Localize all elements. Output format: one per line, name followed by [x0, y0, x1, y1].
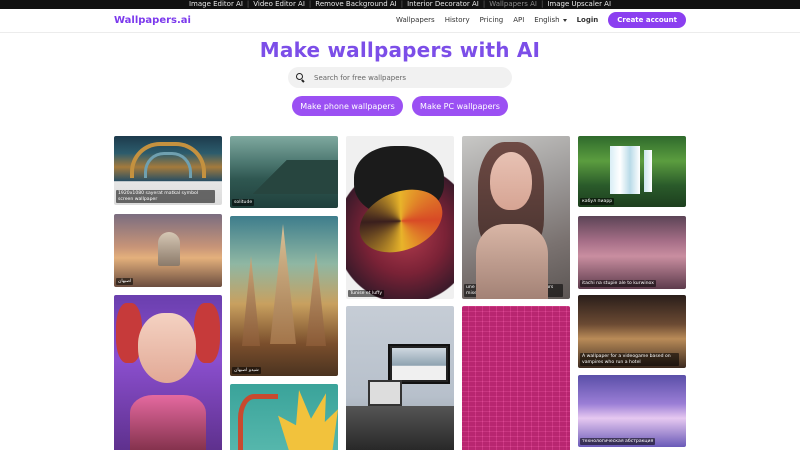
site-header: Wallpapers.ai Wallpapers History Pricing… — [0, 9, 800, 33]
wallpaper-image-detail — [194, 303, 220, 363]
wallpaper-tile[interactable]: кабул пиарр — [578, 136, 686, 207]
language-selector[interactable]: English — [534, 16, 567, 24]
wallpaper-tile[interactable]: Tunise et luffy — [346, 136, 454, 299]
login-button[interactable]: Login — [577, 16, 599, 24]
wallpaper-image — [462, 306, 570, 450]
wallpaper-tile[interactable] — [230, 384, 338, 450]
wallpaper-tile[interactable]: itachi na stupie ale to kurwinox — [578, 216, 686, 289]
wallpaper-tile[interactable]: une fille brisée, abandonnée, toujours m… — [462, 136, 570, 299]
wallpaper-caption: Tunise et luffy — [348, 289, 385, 297]
wallpaper-tile[interactable]: 1920x1080 sayerat matkal symbol screen w… — [114, 136, 222, 205]
wallpaper-caption: технологическая абстракция — [580, 437, 656, 445]
make-phone-wallpapers-button[interactable]: Make phone wallpapers — [292, 96, 403, 116]
wallpaper-image-detail — [242, 256, 260, 346]
nav-pricing[interactable]: Pricing — [480, 16, 504, 24]
nav-wallpapers[interactable]: Wallpapers — [396, 16, 435, 24]
wallpaper-tile[interactable]: شیدو اصبهان — [230, 216, 338, 376]
main-nav: Wallpapers History Pricing API English L… — [396, 12, 686, 28]
product-switcher-bar: Image Editor AI | Video Editor AI | Remo… — [0, 0, 800, 9]
wallpaper-image-detail — [144, 152, 192, 178]
wallpaper-tile[interactable]: технологическая абстракция — [578, 375, 686, 447]
wallpaper-caption: solitude — [232, 198, 255, 206]
topbar-link-video-editor[interactable]: Video Editor AI — [249, 0, 309, 9]
wallpaper-image-detail — [238, 394, 278, 450]
wallpaper-caption: itachi na stupie ale to kurwinox — [580, 279, 656, 287]
page-title: Make wallpapers with AI — [259, 38, 541, 62]
wallpaper-image-detail — [490, 152, 532, 210]
wallpaper-tile[interactable] — [346, 306, 454, 450]
wallpaper-image — [610, 146, 640, 194]
topbar-link-wallpapers[interactable]: Wallpapers AI — [485, 0, 541, 9]
nav-api[interactable]: API — [513, 16, 524, 24]
topbar-link-remove-background[interactable]: Remove Background AI — [311, 0, 400, 9]
wallpaper-caption: кабул пиарр — [580, 197, 615, 205]
wallpaper-image — [138, 313, 196, 383]
chevron-down-icon — [562, 18, 567, 22]
topbar-link-interior-decorator[interactable]: Interior Decorator AI — [403, 0, 483, 9]
search-icon — [296, 73, 305, 82]
wallpaper-caption: شیدو اصبهان — [232, 366, 261, 374]
topbar-link-image-upscaler[interactable]: Image Upscaler AI — [543, 0, 615, 9]
wallpaper-caption: اصبهان — [116, 277, 134, 285]
site-logo[interactable]: Wallpapers.ai — [114, 15, 191, 26]
search-bar[interactable] — [288, 67, 512, 88]
wallpaper-image — [278, 390, 338, 450]
wallpaper-image-detail — [130, 395, 206, 450]
wallpaper-tile[interactable]: اصبهان — [114, 214, 222, 287]
wallpaper-image-detail — [346, 406, 454, 450]
create-account-button[interactable]: Create account — [608, 12, 686, 28]
nav-history[interactable]: History — [445, 16, 470, 24]
wallpaper-caption: A wallpaper for a videogame based on vam… — [580, 353, 680, 366]
wallpaper-image-detail — [476, 224, 548, 299]
wallpaper-image-detail — [368, 380, 402, 406]
wallpaper-image — [388, 344, 450, 384]
wallpaper-caption: 1920x1080 sayerat matkal symbol screen w… — [116, 190, 216, 203]
make-pc-wallpapers-button[interactable]: Make PC wallpapers — [412, 96, 508, 116]
wallpaper-tile[interactable] — [114, 295, 222, 450]
wallpaper-image-detail — [306, 252, 326, 346]
topbar-link-image-editor[interactable]: Image Editor AI — [185, 0, 247, 9]
language-label: English — [534, 16, 560, 24]
wallpaper-tile[interactable] — [462, 306, 570, 450]
wallpaper-image — [158, 232, 180, 266]
wallpaper-tile[interactable]: A wallpaper for a videogame based on vam… — [578, 295, 686, 368]
wallpaper-image-detail — [644, 150, 652, 192]
wallpaper-tile[interactable]: solitude — [230, 136, 338, 208]
wallpaper-image — [230, 160, 338, 194]
search-input[interactable] — [314, 73, 494, 82]
wallpaper-image — [270, 224, 296, 344]
